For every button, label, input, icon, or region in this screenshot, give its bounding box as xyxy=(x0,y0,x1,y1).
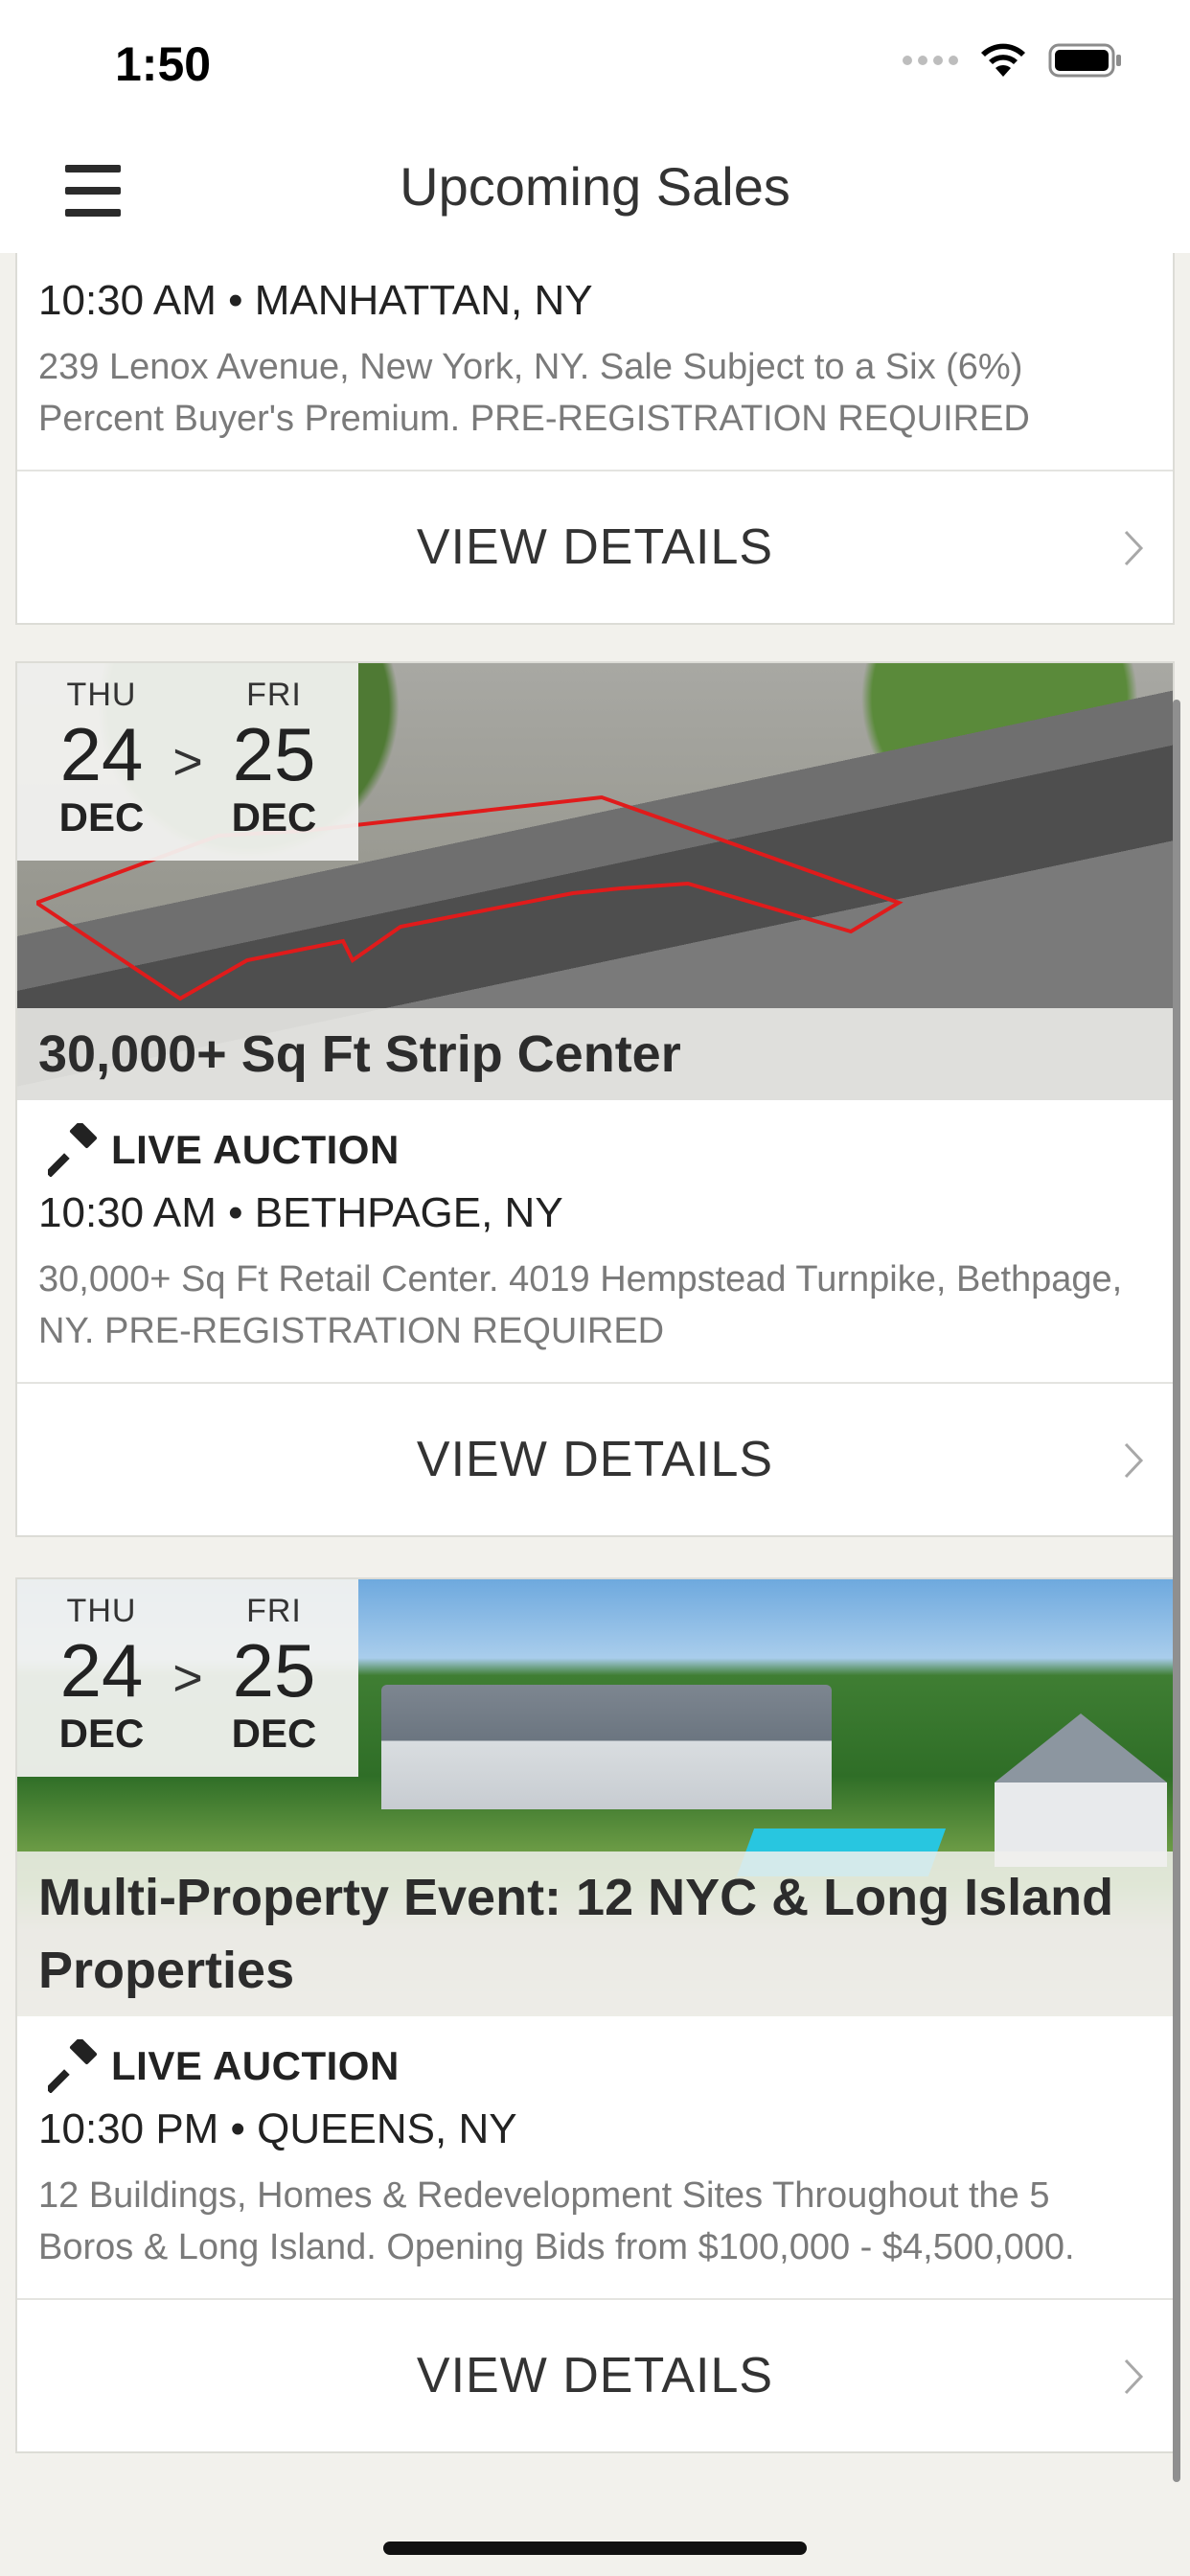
sale-description: 30,000+ Sq Ft Retail Center. 4019 Hempst… xyxy=(38,1259,1123,1351)
end-month: DEC xyxy=(231,1711,317,1756)
view-details-label: VIEW DETAILS xyxy=(416,2348,774,2404)
sale-time-location: 10:30 AM • MANHATTAN, NY xyxy=(38,277,593,324)
sale-title: Multi-Property Event: 12 NYC & Long Isla… xyxy=(17,1852,1173,2016)
view-details-button[interactable]: VIEW DETAILS xyxy=(17,470,1173,623)
end-month: DEC xyxy=(231,794,317,840)
auction-type-label: LIVE AUCTION xyxy=(111,1127,400,1172)
view-details-label: VIEW DETAILS xyxy=(416,1432,774,1487)
chevron-right-icon xyxy=(1124,1442,1144,1479)
page-title: Upcoming Sales xyxy=(400,156,790,217)
auction-type: LIVE AUCTION xyxy=(38,2036,1152,2097)
view-details-label: VIEW DETAILS xyxy=(416,519,774,575)
gavel-icon xyxy=(48,2039,98,2093)
chevron-right-icon xyxy=(1124,2358,1144,2395)
sale-description: 239 Lenox Avenue, New York, NY. Sale Sub… xyxy=(38,347,1030,439)
status-bar: 1:50 xyxy=(0,0,1190,126)
cellular-signal-icon xyxy=(903,56,958,65)
house-graphic xyxy=(381,1685,832,1809)
end-day-of-week: FRI xyxy=(246,1593,302,1629)
sale-time-location: 10:30 PM • QUEENS, NY xyxy=(38,2105,517,2152)
start-month: DEC xyxy=(58,1711,145,1756)
chevron-right-icon xyxy=(1124,530,1144,566)
status-time: 1:50 xyxy=(115,37,212,91)
auction-type-label: LIVE AUCTION xyxy=(111,2043,400,2088)
scrollbar[interactable] xyxy=(1173,700,1180,2482)
status-icons xyxy=(903,42,1123,79)
start-month: DEC xyxy=(58,794,145,840)
start-day: 24 xyxy=(59,712,144,796)
date-range-badge: THU 24 DEC > FRI 25 DEC xyxy=(17,663,358,861)
view-details-button[interactable]: VIEW DETAILS xyxy=(17,1382,1173,1535)
battery-icon xyxy=(1048,43,1121,78)
auction-type: LIVE AUCTION xyxy=(38,1119,1152,1181)
end-day-of-week: FRI xyxy=(246,677,302,713)
end-day: 25 xyxy=(232,712,316,796)
sale-image[interactable]: THU 24 DEC > FRI 25 DEC 30,000+ Sq Ft St… xyxy=(17,663,1173,1100)
start-day: 24 xyxy=(59,1628,144,1713)
sale-card: 10:30 AM • MANHATTAN, NY 239 Lenox Avenu… xyxy=(15,253,1175,625)
gavel-icon xyxy=(48,1123,98,1177)
sale-time-location: 10:30 AM • BETHPAGE, NY xyxy=(38,1189,563,1236)
view-details-button[interactable]: VIEW DETAILS xyxy=(17,2298,1173,2451)
date-range-badge: THU 24 DEC > FRI 25 DEC xyxy=(17,1579,358,1777)
navigation-bar: Upcoming Sales xyxy=(0,126,1190,253)
home-indicator[interactable] xyxy=(383,2542,807,2555)
start-day-of-week: THU xyxy=(66,1593,137,1629)
date-separator: > xyxy=(172,733,203,791)
sale-description: 12 Buildings, Homes & Redevelopment Site… xyxy=(38,2175,1075,2267)
wifi-icon xyxy=(981,43,1025,77)
end-day: 25 xyxy=(232,1628,316,1713)
start-day-of-week: THU xyxy=(66,677,137,713)
sale-card: THU 24 DEC > FRI 25 DEC 30,000+ Sq Ft St… xyxy=(15,661,1175,1537)
sale-image[interactable]: THU 24 DEC > FRI 25 DEC Multi-Property E… xyxy=(17,1579,1173,2016)
date-separator: > xyxy=(172,1649,203,1707)
sales-list[interactable]: 10:30 AM • MANHATTAN, NY 239 Lenox Avenu… xyxy=(0,253,1190,2576)
sale-card: THU 24 DEC > FRI 25 DEC Multi-Property E… xyxy=(15,1577,1175,2453)
sale-title: 30,000+ Sq Ft Strip Center xyxy=(17,1008,1173,1100)
